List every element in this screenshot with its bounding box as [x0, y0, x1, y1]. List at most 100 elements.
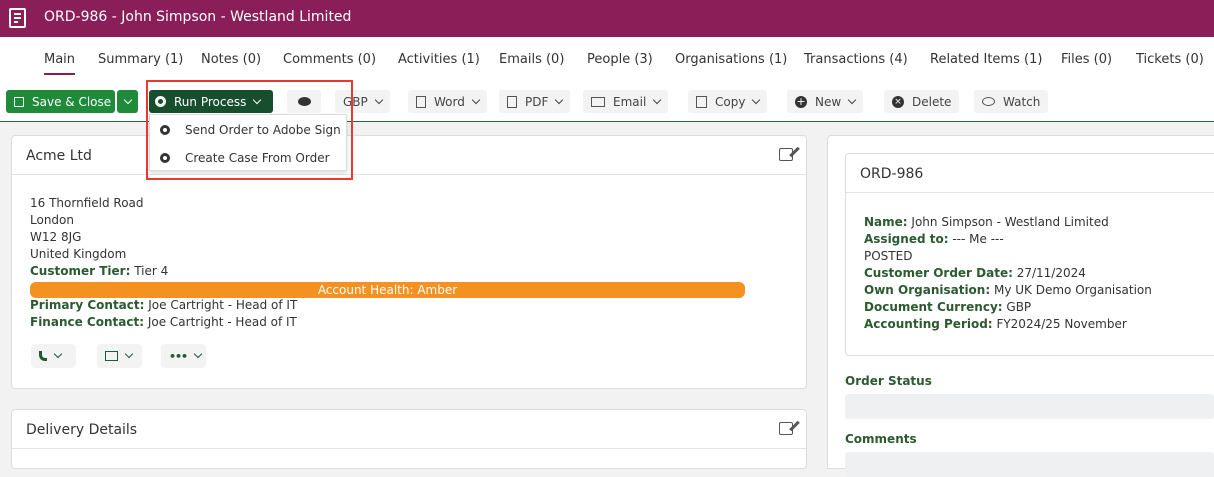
- address-line-1: 16 Thornfield Road: [30, 196, 144, 210]
- address-line-3: W12 8JG: [30, 230, 82, 244]
- field-label: Name:: [864, 215, 908, 229]
- field-value: My UK Demo Organisation: [993, 283, 1152, 297]
- field-value: --- Me ---: [952, 232, 1004, 246]
- account-card-header: Acme Ltd: [12, 136, 806, 175]
- tab-files[interactable]: Files (0): [1061, 52, 1112, 67]
- word-button[interactable]: Word: [408, 90, 487, 113]
- account-card: Acme Ltd 16 Thornfield Road London W12 8…: [11, 135, 807, 389]
- email-contact-button[interactable]: [97, 344, 142, 368]
- copy-icon: [696, 95, 707, 108]
- edit-icon[interactable]: [779, 422, 793, 435]
- copy-button[interactable]: Copy: [688, 90, 768, 113]
- page-title: ORD-986 - John Simpson - Westland Limite…: [44, 9, 352, 25]
- chevron-down-icon: [653, 95, 662, 104]
- envelope-icon: [591, 96, 605, 107]
- watch-label: Watch: [1003, 94, 1041, 109]
- watch-button[interactable]: Watch: [974, 90, 1049, 113]
- chevron-down-icon: [471, 95, 481, 104]
- order-status-field[interactable]: [845, 394, 1214, 419]
- tab-transactions[interactable]: Transactions (4): [804, 52, 908, 67]
- delivery-card-header: Delivery Details: [12, 410, 806, 449]
- new-label: New: [815, 94, 842, 109]
- email-button[interactable]: Email: [583, 90, 669, 113]
- field-value: Joe Cartright - Head of IT: [148, 298, 298, 312]
- field-label: Own Organisation:: [864, 283, 991, 297]
- account-name: Acme Ltd: [26, 148, 92, 164]
- comments-label: Comments: [845, 432, 917, 446]
- edit-icon[interactable]: [779, 148, 793, 161]
- field-label: Customer Order Date:: [864, 266, 1013, 280]
- tab-bar: Main Summary (1) Notes (0) Comments (0) …: [0, 37, 1214, 79]
- phone-button[interactable]: [31, 344, 76, 368]
- word-icon: [416, 95, 426, 108]
- field-label: Assigned to:: [864, 232, 949, 246]
- highlight-box: [146, 80, 353, 180]
- tab-summary[interactable]: Summary (1): [98, 52, 183, 67]
- more-button[interactable]: •••: [161, 344, 206, 368]
- comments-field[interactable]: [845, 452, 1214, 477]
- pdf-label: PDF: [525, 94, 549, 109]
- email-label: Email: [613, 94, 647, 109]
- field-value: 27/11/2024: [1016, 266, 1086, 280]
- pdf-button[interactable]: PDF: [499, 90, 571, 113]
- order-field-assigned: Assigned to: --- Me ---: [864, 232, 1004, 246]
- plus-icon: +: [795, 94, 807, 108]
- save-close-button[interactable]: Save & Close: [6, 90, 115, 113]
- tab-emails[interactable]: Emails (0): [499, 52, 564, 67]
- field-value: Tier 4: [134, 264, 169, 278]
- chevron-down-icon: [752, 95, 761, 104]
- chevron-down-icon: [124, 349, 134, 359]
- field-label: Customer Tier:: [30, 264, 131, 278]
- order-field-order-date: Customer Order Date: 27/11/2024: [864, 266, 1086, 280]
- chevron-down-icon: [374, 95, 384, 104]
- account-health-bar: Account Health: Amber: [30, 282, 745, 298]
- order-field-currency: Document Currency: GBP: [864, 300, 1031, 314]
- address-line-2: London: [30, 213, 74, 227]
- order-field-period: Accounting Period: FY2024/25 November: [864, 317, 1127, 331]
- tab-people[interactable]: People (3): [587, 52, 653, 67]
- delivery-card: Delivery Details: [11, 409, 807, 469]
- delete-label: Delete: [912, 94, 952, 109]
- document-icon: [9, 8, 26, 28]
- order-field-own-org: Own Organisation: My UK Demo Organisatio…: [864, 283, 1152, 297]
- tab-organisations[interactable]: Organisations (1): [675, 52, 787, 67]
- tab-tickets[interactable]: Tickets (0): [1136, 52, 1204, 67]
- finance-contact: Finance Contact: Joe Cartright - Head of…: [30, 315, 297, 329]
- field-value: Joe Cartright - Head of IT: [147, 315, 297, 329]
- order-card: ORD-986 Name: John Simpson - Westland Li…: [845, 153, 1214, 356]
- field-value: John Simpson - Westland Limited: [911, 215, 1109, 229]
- delivery-title: Delivery Details: [26, 422, 138, 438]
- tab-notes[interactable]: Notes (0): [201, 52, 261, 67]
- ellipsis-icon: •••: [169, 349, 188, 363]
- tab-activities[interactable]: Activities (1): [398, 52, 480, 67]
- order-status-label: Order Status: [845, 374, 932, 388]
- chevron-down-icon: [123, 95, 132, 104]
- tab-related-items[interactable]: Related Items (1): [930, 52, 1042, 67]
- order-field-name: Name: John Simpson - Westland Limited: [864, 215, 1109, 229]
- order-field-status: POSTED: [864, 249, 912, 263]
- field-value: POSTED: [864, 249, 913, 263]
- tab-comments[interactable]: Comments (0): [283, 52, 376, 67]
- field-label: Finance Contact:: [30, 315, 144, 329]
- save-icon: [14, 96, 24, 107]
- customer-tier: Customer Tier: Tier 4: [30, 264, 168, 278]
- chevron-down-icon: [193, 349, 203, 359]
- save-close-label: Save & Close: [32, 94, 112, 109]
- phone-icon: [39, 351, 47, 361]
- field-label: Primary Contact:: [30, 298, 145, 312]
- chevron-down-icon: [53, 349, 63, 359]
- delete-button[interactable]: × Delete: [884, 90, 960, 113]
- order-card-header: ORD-986: [846, 154, 1214, 193]
- field-label: Accounting Period:: [864, 317, 993, 331]
- save-options-button[interactable]: [117, 90, 138, 113]
- tab-main[interactable]: Main: [44, 52, 76, 75]
- word-label: Word: [434, 94, 465, 109]
- title-bar: ORD-986 - John Simpson - Westland Limite…: [0, 0, 1214, 37]
- new-button[interactable]: + New: [787, 90, 864, 113]
- chevron-down-icon: [555, 95, 564, 104]
- address-line-4: United Kingdom: [30, 247, 127, 261]
- envelope-icon: [105, 351, 118, 361]
- order-number: ORD-986: [860, 166, 924, 182]
- pdf-icon: [507, 95, 517, 108]
- delete-icon: ×: [892, 95, 904, 108]
